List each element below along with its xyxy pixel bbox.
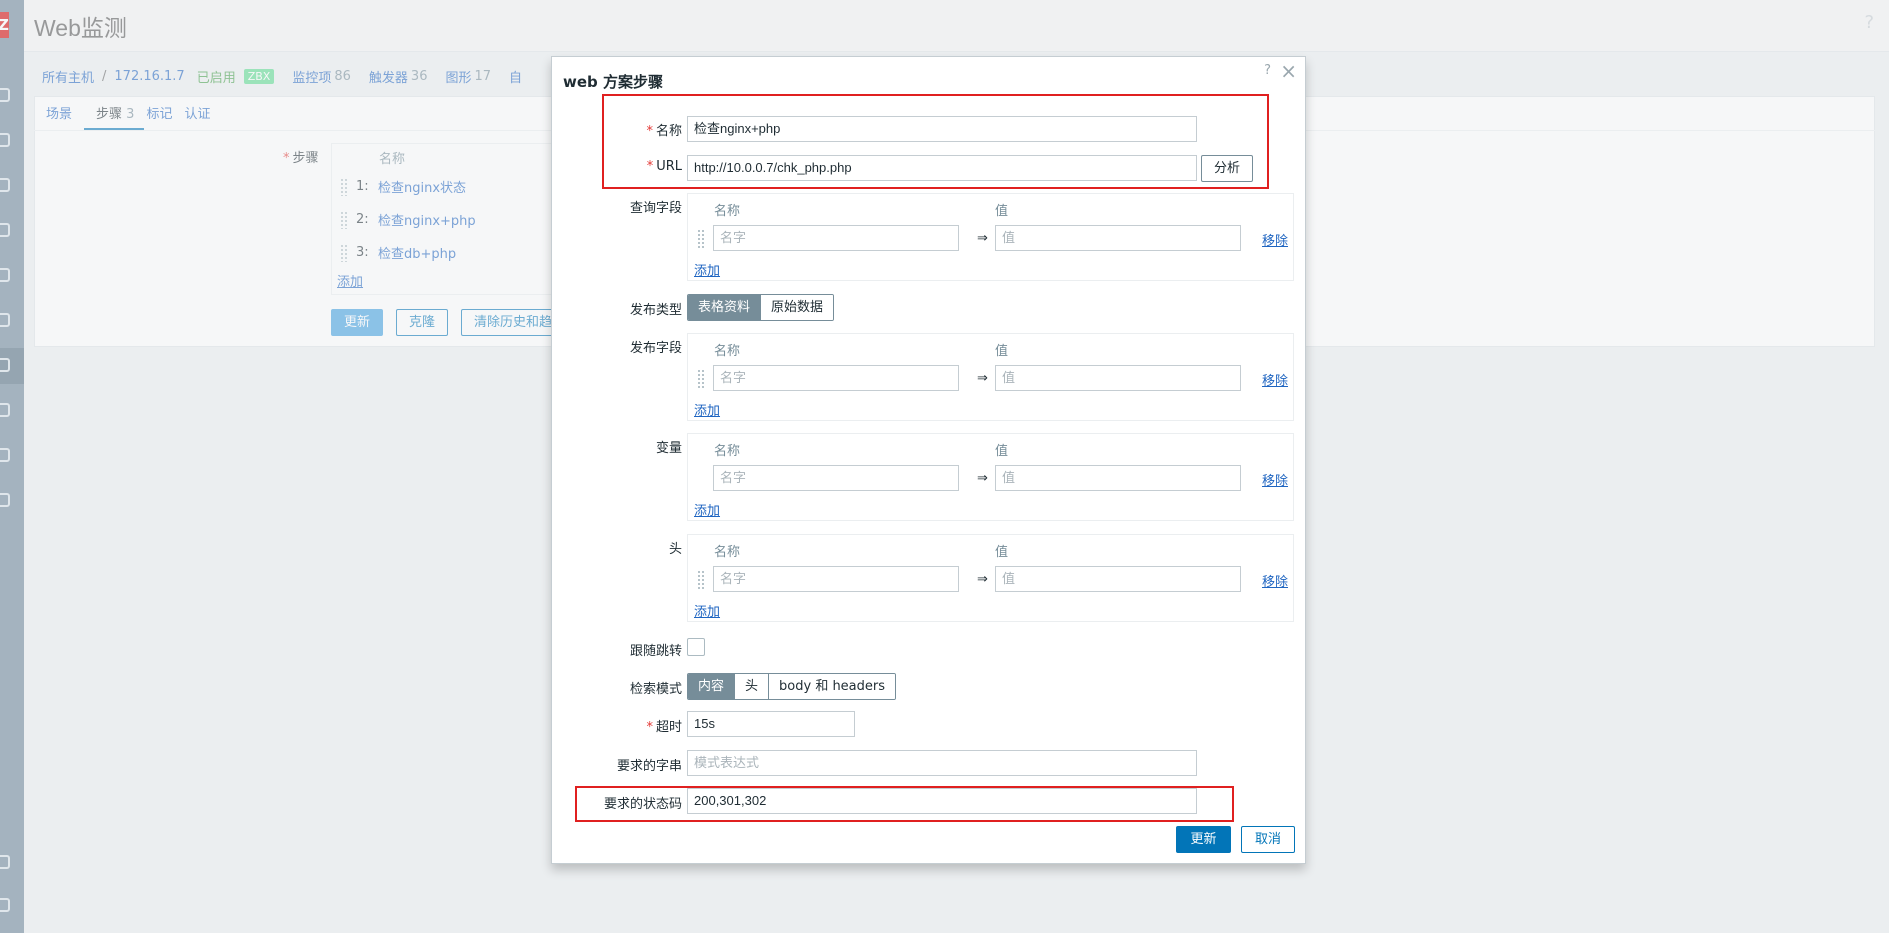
header-value-input[interactable]: 值 [995,566,1241,592]
column-name: 名称 [714,545,741,560]
headers-table: 名称 值 名字 ⇒ 值 移除 添加 [687,534,1294,622]
arrow-icon: ⇒ [977,471,988,486]
post-type-form-data[interactable]: 表格资料 [688,295,762,320]
add-link[interactable]: 添加 [694,601,720,620]
post-fields-label: 发布字段 [629,341,682,356]
headers-label: 头 [668,542,682,557]
query-value-input[interactable]: 值 [995,225,1241,251]
highlight-box-status-codes [575,786,1234,822]
post-fields-table: 名称 值 名字 ⇒ 值 移除 添加 [687,333,1294,421]
remove-link[interactable]: 移除 [1262,571,1288,590]
variables-table: 名称 值 名字 ⇒ 值 移除 添加 [687,433,1294,521]
close-icon[interactable]: × [1280,59,1297,83]
required-string-label: 要求的字串 [616,759,682,774]
retrieve-mode-headers[interactable]: 头 [735,674,770,699]
query-name-input[interactable]: 名字 [713,225,959,251]
query-fields-table: 名称 值 名字 ⇒ 值 移除 添加 [687,193,1294,281]
post-name-input[interactable]: 名字 [713,365,959,391]
add-link[interactable]: 添加 [694,500,720,519]
variable-name-input[interactable]: 名字 [713,465,959,491]
post-type-toggle: 表格资料 原始数据 [687,294,835,321]
header-name-input[interactable]: 名字 [713,566,959,592]
dialog-update-button[interactable]: 更新 [1176,826,1231,853]
remove-link[interactable]: 移除 [1262,370,1288,389]
post-value-input[interactable]: 值 [995,365,1241,391]
highlight-box-name-url [602,94,1269,189]
column-value: 值 [995,344,1009,359]
follow-redirects-label: 跟随跳转 [629,644,682,659]
retrieve-mode-label: 检索模式 [629,682,682,697]
query-fields-label: 查询字段 [629,201,682,216]
column-value: 值 [995,545,1009,560]
add-link[interactable]: 添加 [694,400,720,419]
timeout-label-text: 超时 [655,720,682,735]
dialog-title: web 方案步骤 [563,73,663,91]
post-type-label: 发布类型 [629,303,682,318]
column-name: 名称 [714,204,741,219]
drag-handle-icon[interactable] [697,570,705,590]
variable-value-input[interactable]: 值 [995,465,1241,491]
remove-link[interactable]: 移除 [1262,230,1288,249]
arrow-icon: ⇒ [977,572,988,587]
variables-label: 变量 [655,441,682,456]
drag-handle-icon[interactable] [697,229,705,249]
post-type-raw-data[interactable]: 原始数据 [761,295,834,320]
add-link[interactable]: 添加 [694,260,720,279]
column-value: 值 [995,204,1009,219]
column-value: 值 [995,444,1009,459]
required-string-input[interactable]: 模式表达式 [687,750,1197,776]
drag-handle-icon[interactable] [697,369,705,389]
remove-link[interactable]: 移除 [1262,470,1288,489]
arrow-icon: ⇒ [977,371,988,386]
dialog-cancel-button[interactable]: 取消 [1241,826,1295,853]
retrieve-mode-both[interactable]: body 和 headers [769,674,896,699]
timeout-label: * 超时 [646,720,682,735]
help-icon[interactable]: ? [1264,63,1271,78]
column-name: 名称 [714,344,741,359]
arrow-icon: ⇒ [977,231,988,246]
follow-redirects-checkbox[interactable] [687,638,705,656]
timeout-field[interactable]: 15s [687,711,855,737]
retrieve-mode-toggle: 内容 头 body 和 headers [687,673,897,700]
retrieve-mode-content[interactable]: 内容 [688,674,736,699]
column-name: 名称 [714,444,741,459]
